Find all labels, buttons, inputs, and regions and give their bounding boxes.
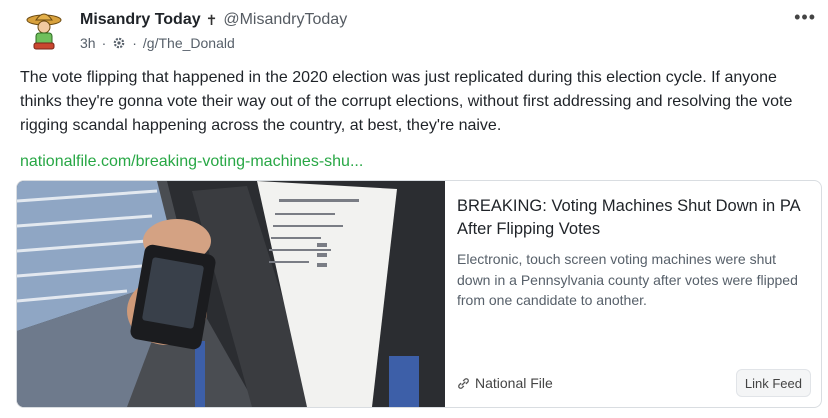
author-display-name[interactable]: Misandry Today (80, 11, 201, 29)
card-description: Electronic, touch screen voting machines… (457, 251, 798, 308)
card-source: National File (457, 374, 553, 392)
meta-separator: · (101, 35, 107, 51)
more-options-icon[interactable]: ••• (794, 8, 816, 26)
group-link[interactable]: /g/The_Donald (143, 35, 235, 51)
post-link[interactable]: nationalfile.com/breaking-voting-machine… (20, 153, 363, 171)
cross-icon: ✝ (205, 11, 218, 28)
feed-tag-badge[interactable]: Link Feed (735, 369, 811, 397)
link-preview-card[interactable]: BREAKING: Voting Machines Shut Down in P… (16, 180, 822, 408)
card-source-name: National File (475, 375, 553, 391)
author-handle[interactable]: @MisandryToday (223, 11, 347, 29)
post-meta: 3h · · /g/The_Donald (80, 34, 235, 52)
meta-separator: · (132, 35, 137, 51)
card-title[interactable]: BREAKING: Voting Machines Shut Down in P… (457, 195, 807, 241)
card-text: BREAKING: Voting Machines Shut Down in P… (457, 195, 807, 311)
link-icon (458, 377, 469, 389)
card-thumbnail-image (17, 181, 445, 407)
post-timestamp[interactable]: 3h (80, 35, 96, 51)
gear-globe-icon (113, 37, 125, 49)
post: Misandry Today ✝ @MisandryToday 3h · · /… (0, 0, 828, 418)
avatar[interactable] (24, 10, 64, 52)
post-header: Misandry Today ✝ @MisandryToday (80, 10, 347, 30)
post-body-text: The vote flipping that happened in the 2… (20, 69, 793, 134)
